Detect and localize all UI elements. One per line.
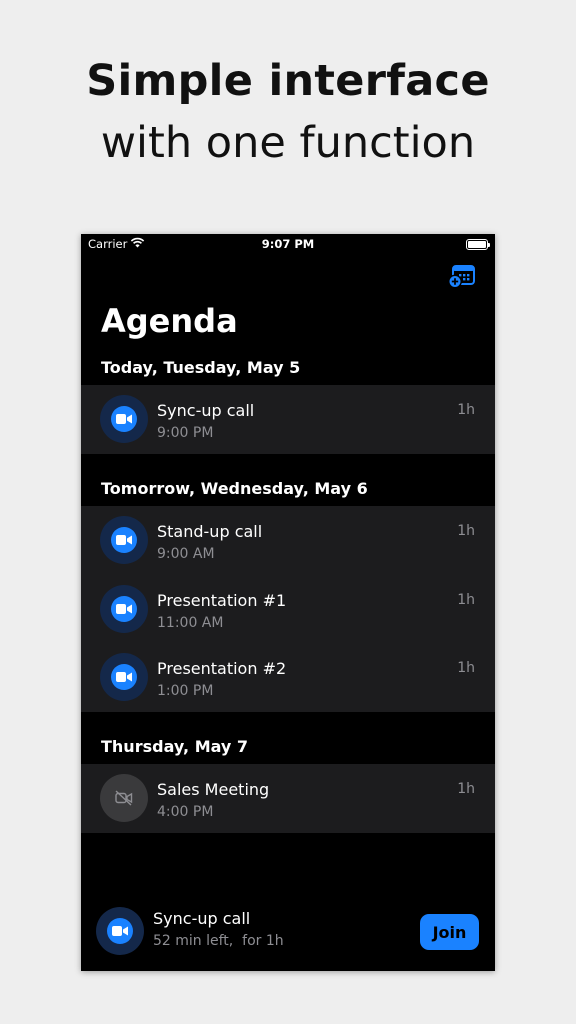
current-event-subtitle: 52 min left, for 1h [153, 933, 284, 949]
event-duration: 1h [457, 660, 475, 676]
event-name: Presentation #1 [157, 590, 287, 610]
event-name: Presentation #2 [157, 659, 287, 678]
event-row[interactable]: Stand-up call 9:00 AM 1h [81, 506, 495, 575]
event-duration: 1h [457, 523, 475, 539]
video-icon [100, 395, 148, 443]
event-time: 9:00 PM [157, 425, 214, 441]
video-icon [100, 584, 148, 633]
section-header-today: Today, Tuesday, May 5 [101, 358, 301, 377]
video-icon [100, 516, 148, 564]
event-row[interactable]: Presentation #2 1:00 PM 1h [81, 643, 495, 712]
status-time: 9:07 PM [261, 237, 315, 251]
promo-subtitle: with one function [100, 118, 476, 168]
status-bar: Carrier 9:07 PM [81, 234, 495, 254]
event-name: Sales Meeting [157, 780, 270, 799]
section-header-thursday: Thursday, May 7 [101, 737, 249, 756]
page-title: Agenda [101, 302, 238, 340]
calendar-plus-icon[interactable] [448, 263, 476, 289]
event-time: 9:00 AM [157, 546, 215, 562]
event-row[interactable]: Sales Meeting 4:00 PM 1h [81, 764, 495, 833]
section-header-tomorrow: Tomorrow, Wednesday, May 6 [101, 479, 368, 498]
event-duration: 1h [457, 591, 475, 608]
event-group-thursday: Sales Meeting 4:00 PM 1h [81, 764, 495, 833]
event-time: 4:00 PM [157, 804, 214, 820]
event-name: Sync-up call [157, 401, 255, 420]
event-group-today: Sync-up call 9:00 PM 1h [81, 385, 495, 454]
promo-title: Simple interface [86, 56, 490, 106]
battery-icon [466, 239, 490, 250]
phone-screen: Carrier 9:07 PM Agenda Today, Tuesday, M… [81, 234, 495, 971]
event-name: Stand-up call [157, 522, 263, 541]
current-event-bar: Sync-up call 52 min left, for 1h Join [81, 892, 495, 971]
event-group-tomorrow: Stand-up call 9:00 AM 1h Presentation #1… [81, 506, 495, 712]
video-icon [100, 653, 148, 701]
event-duration: 1h [457, 781, 475, 797]
event-time: 1:00 PM [157, 683, 214, 699]
current-event-name: Sync-up call [153, 909, 251, 928]
event-time: 11:00 AM [157, 614, 224, 631]
event-row[interactable]: Sync-up call 9:00 PM 1h [81, 385, 495, 454]
join-button[interactable]: Join [420, 914, 479, 950]
event-row[interactable]: Presentation #1 11:00 AM 1h [81, 575, 495, 644]
event-duration: 1h [457, 402, 475, 418]
video-icon [96, 907, 144, 955]
video-off-icon [100, 774, 148, 822]
